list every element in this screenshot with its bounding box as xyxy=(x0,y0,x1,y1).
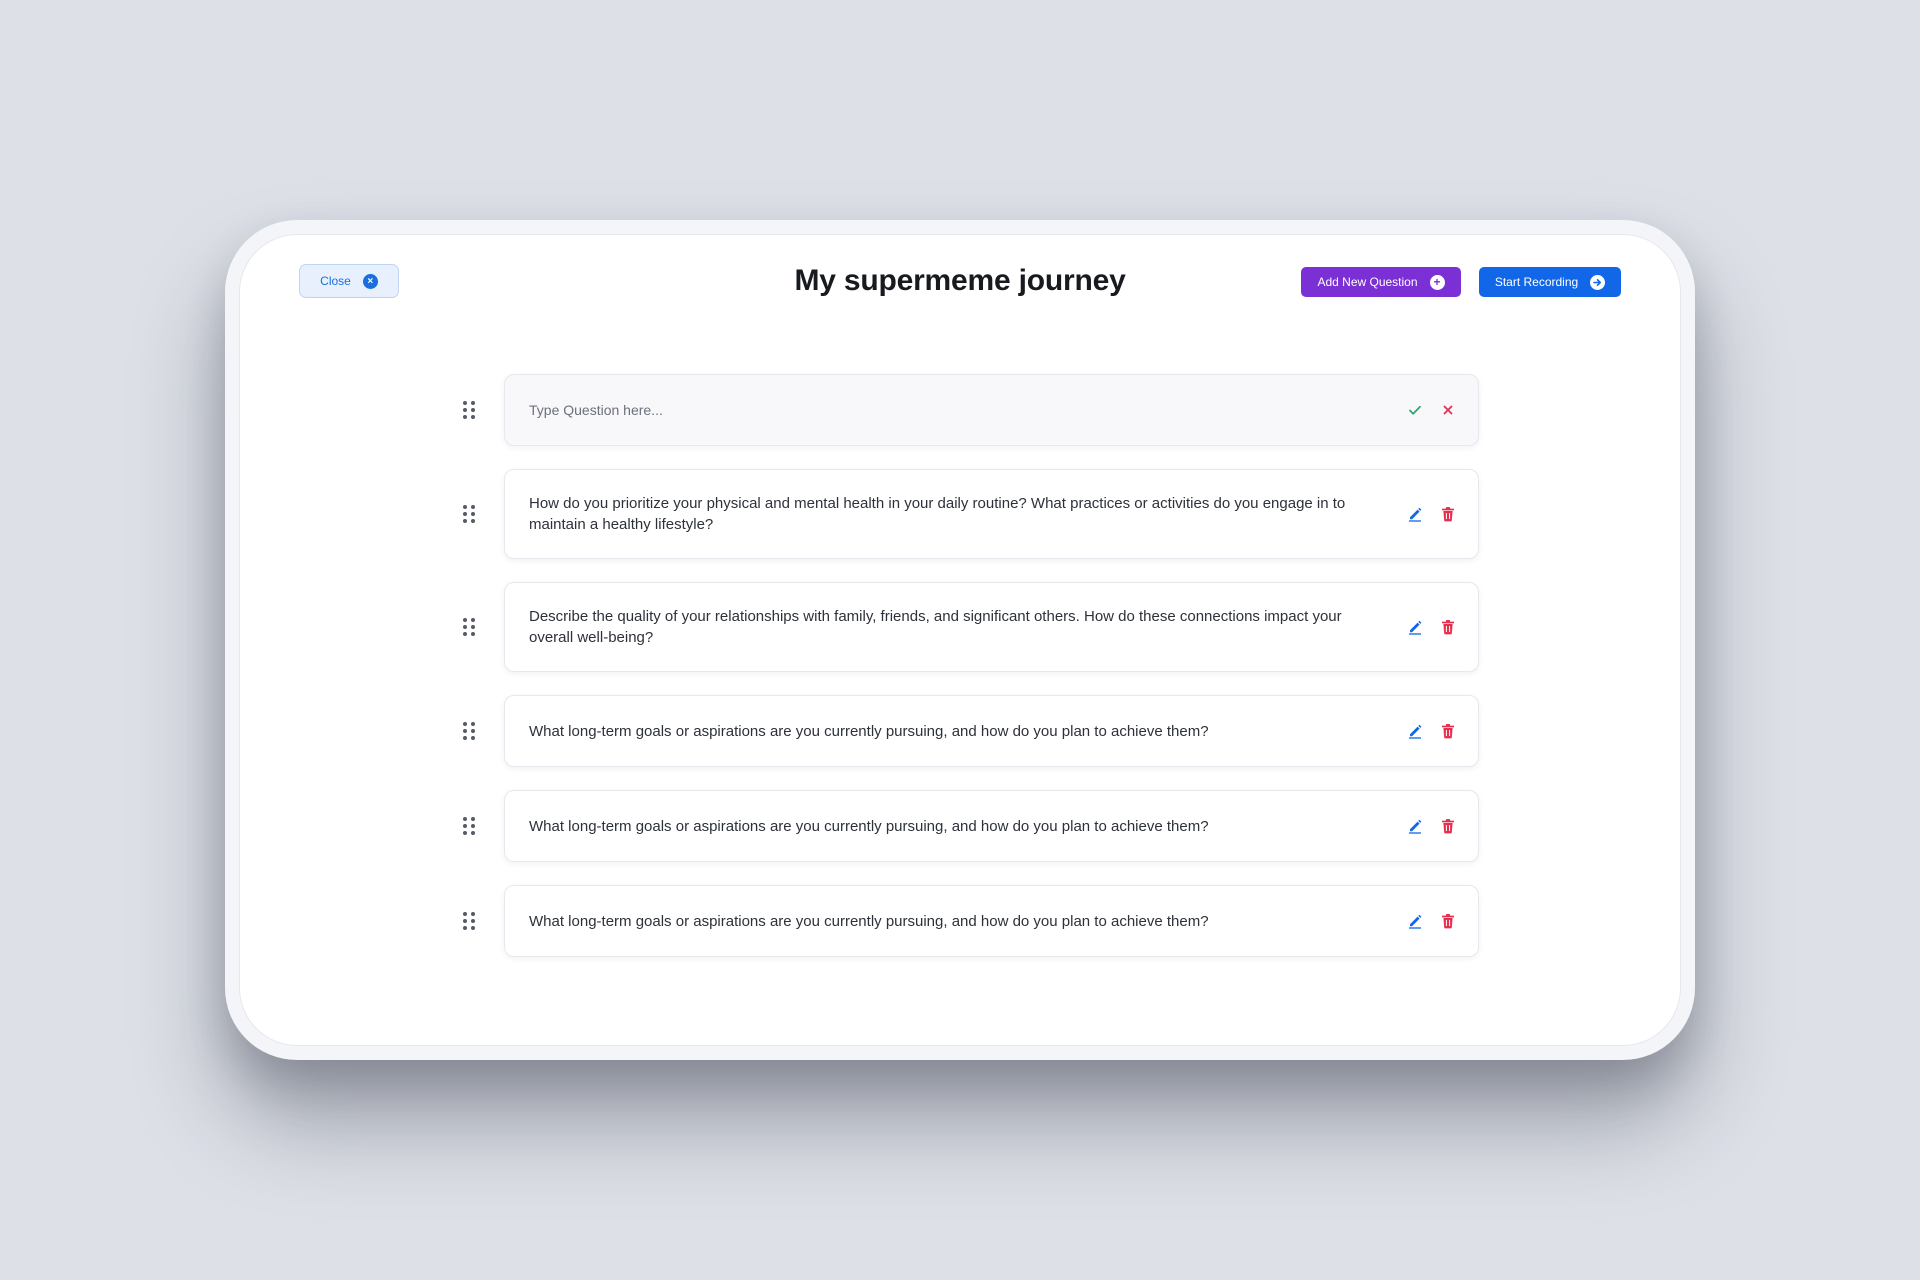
pencil-icon[interactable] xyxy=(1407,723,1423,739)
question-text: What long-term goals or aspirations are … xyxy=(529,912,1209,930)
app-screen: Close × My supermeme journey Add New Que… xyxy=(239,234,1681,1046)
arrow-right-circle-icon xyxy=(1590,274,1606,290)
check-icon[interactable] xyxy=(1407,402,1423,418)
pencil-icon[interactable] xyxy=(1407,913,1423,929)
question-row: Describe the quality of your relationshi… xyxy=(449,582,1479,672)
question-card: What long-term goals or aspirations are … xyxy=(504,790,1479,862)
add-new-question-button[interactable]: Add New Question + xyxy=(1301,267,1461,297)
trash-icon[interactable] xyxy=(1440,913,1456,929)
question-list: How do you prioritize your physical and … xyxy=(449,374,1479,980)
start-recording-label: Start Recording xyxy=(1494,275,1579,289)
pencil-icon[interactable] xyxy=(1407,506,1423,522)
trash-icon[interactable] xyxy=(1440,818,1456,834)
drag-handle-icon[interactable] xyxy=(449,618,489,636)
question-card: Describe the quality of your relationshi… xyxy=(504,582,1479,672)
question-text: What long-term goals or aspirations are … xyxy=(529,722,1209,740)
question-row: How do you prioritize your physical and … xyxy=(449,469,1479,559)
question-text: What long-term goals or aspirations are … xyxy=(529,817,1209,835)
question-card: What long-term goals or aspirations are … xyxy=(504,695,1479,767)
new-question-row xyxy=(449,374,1479,446)
question-actions xyxy=(1407,619,1456,635)
trash-icon[interactable] xyxy=(1440,619,1456,635)
question-actions xyxy=(1407,913,1456,929)
add-new-question-label: Add New Question xyxy=(1317,275,1418,289)
question-row: What long-term goals or aspirations are … xyxy=(449,790,1479,862)
question-card: How do you prioritize your physical and … xyxy=(504,469,1479,559)
drag-handle-icon[interactable] xyxy=(449,505,489,523)
question-input[interactable] xyxy=(529,402,1407,418)
drag-handle-icon[interactable] xyxy=(449,817,489,835)
question-actions xyxy=(1407,723,1456,739)
start-recording-button[interactable]: Start Recording xyxy=(1479,267,1621,297)
question-text: Describe the quality of your relationshi… xyxy=(529,608,1342,646)
plus-circle-icon: + xyxy=(1429,274,1445,290)
new-question-actions xyxy=(1407,402,1456,418)
tablet-frame: Close × My supermeme journey Add New Que… xyxy=(225,220,1695,1060)
pencil-icon[interactable] xyxy=(1407,818,1423,834)
trash-icon[interactable] xyxy=(1440,506,1456,522)
question-actions xyxy=(1407,506,1456,522)
question-row: What long-term goals or aspirations are … xyxy=(449,695,1479,767)
question-actions xyxy=(1407,818,1456,834)
x-icon[interactable] xyxy=(1440,402,1456,418)
drag-handle-icon[interactable] xyxy=(449,912,489,930)
question-text: How do you prioritize your physical and … xyxy=(529,495,1346,533)
new-question-card xyxy=(504,374,1479,446)
drag-handle-icon[interactable] xyxy=(449,401,489,419)
question-card: What long-term goals or aspirations are … xyxy=(504,885,1479,957)
pencil-icon[interactable] xyxy=(1407,619,1423,635)
page-title: My supermeme journey xyxy=(794,264,1126,297)
question-row: What long-term goals or aspirations are … xyxy=(449,885,1479,957)
drag-handle-icon[interactable] xyxy=(449,722,489,740)
trash-icon[interactable] xyxy=(1440,723,1456,739)
